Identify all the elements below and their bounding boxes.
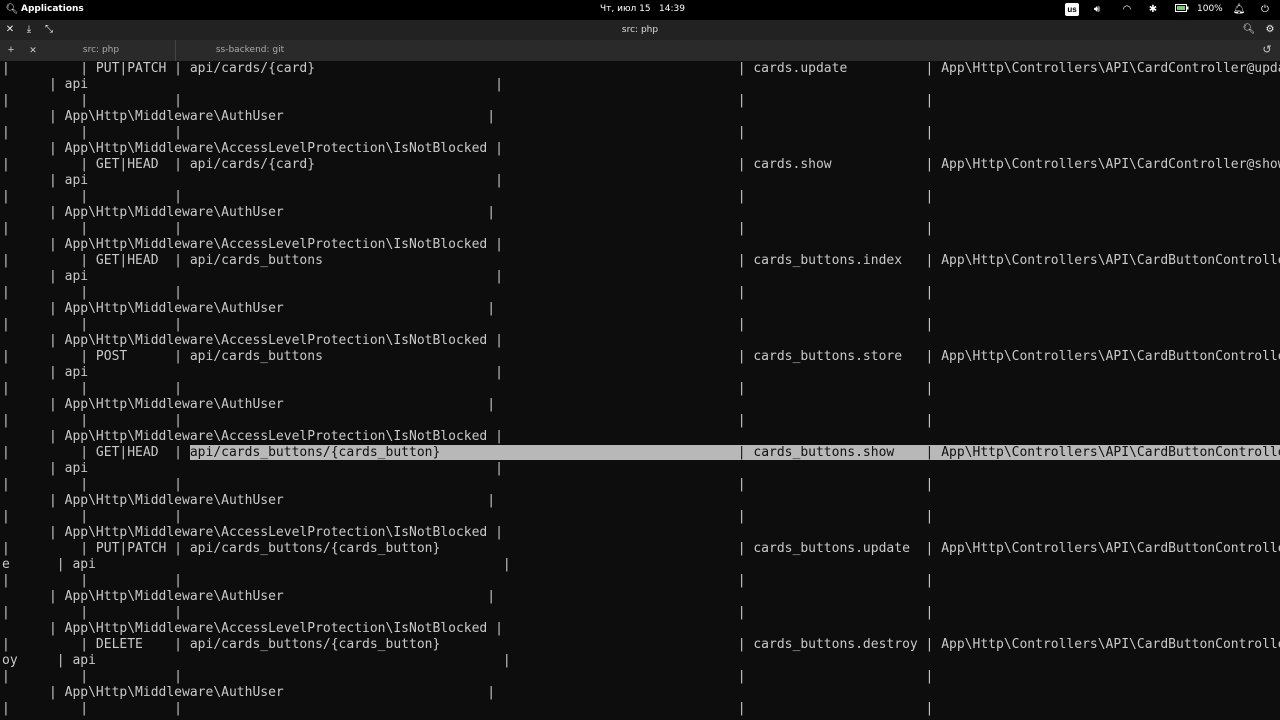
- bluetooth-icon[interactable]: ✱: [1146, 3, 1160, 17]
- keyboard-layout-indicator[interactable]: us: [1065, 3, 1079, 16]
- terminal-line: | | | | |: [2, 605, 934, 620]
- applications-menu[interactable]: Applications: [21, 4, 84, 14]
- terminal-line: | App\Http\Middleware\AccessLevelProtect…: [2, 333, 503, 348]
- terminal-line: | | DELETE | api/cards_buttons/{cards_bu…: [2, 637, 1280, 652]
- terminal-line: | | | | |: [2, 413, 934, 428]
- terminal-line: | | PUT|PATCH | api/cards_buttons/{cards…: [2, 541, 1280, 556]
- terminal-line: | api |: [2, 365, 503, 380]
- terminal-line: | | PUT|PATCH | api/cards/{card} | cards…: [2, 61, 1280, 76]
- tab-label: src: php: [82, 45, 120, 55]
- terminal-text: | | PUT|PATCH | api/cards/{card} | cards…: [0, 61, 1280, 717]
- new-tab-icon[interactable]: +: [4, 43, 18, 57]
- search-icon[interactable]: 🔍︎: [1242, 23, 1256, 37]
- terminal-line: e | api |: [2, 557, 511, 572]
- terminal-line: | App\Http\Middleware\AccessLevelProtect…: [2, 429, 503, 444]
- tab-src-php[interactable]: ✕ src: php: [27, 40, 175, 61]
- notifications-icon[interactable]: 🔔︎: [1232, 3, 1246, 17]
- tab-ss-backend-git[interactable]: ss-backend: git: [175, 40, 324, 61]
- window-titlebar: ✕ ⤓ ⤡ src: php 🔍︎ ⚙: [0, 20, 1280, 40]
- terminal-line: | App\Http\Middleware\AuthUser |: [2, 589, 496, 604]
- selected-text: api/cards_buttons/{cards_button} | cards…: [189, 445, 1280, 460]
- power-icon[interactable]: ⏻: [1258, 3, 1272, 17]
- clock-time[interactable]: 14:39: [659, 4, 685, 14]
- tab-label: ss-backend: git: [215, 45, 285, 55]
- terminal-line: | App\Http\Middleware\AccessLevelProtect…: [2, 141, 503, 156]
- terminal-line: | | POST | api/cards_buttons | cards_but…: [2, 349, 1280, 364]
- terminal-line: | App\Http\Middleware\AuthUser |: [2, 685, 496, 700]
- terminal-line: | App\Http\Middleware\AuthUser |: [2, 397, 496, 412]
- volume-icon[interactable]: 🔊︎: [1090, 3, 1104, 17]
- gear-icon[interactable]: ⚙: [1263, 23, 1277, 37]
- terminal-line: | | | | |: [2, 669, 934, 684]
- terminal-line: | App\Http\Middleware\AuthUser |: [2, 301, 496, 316]
- terminal-line: | App\Http\Middleware\AccessLevelProtect…: [2, 237, 503, 252]
- terminal-line: | api |: [2, 77, 503, 92]
- terminal-line: | | GET|HEAD | api/cards/{card} | cards.…: [2, 157, 1280, 172]
- terminal-line: | | | | |: [2, 509, 934, 524]
- terminal-line: | | | | |: [2, 221, 934, 236]
- terminal-line: | App\Http\Middleware\AccessLevelProtect…: [2, 525, 503, 540]
- battery-percent: 100%: [1197, 4, 1223, 14]
- terminal-line: | App\Http\Middleware\AuthUser |: [2, 493, 496, 508]
- terminal-line: | | GET|HEAD | api/cards_buttons/{cards_…: [2, 445, 1280, 460]
- search-icon[interactable]: 🔍︎: [5, 3, 19, 17]
- terminal-line: | api |: [2, 173, 503, 188]
- terminal-line: | | | | |: [2, 317, 934, 332]
- terminal-line: | api |: [2, 269, 503, 284]
- terminal-line: | | | | |: [2, 285, 934, 300]
- system-top-panel: 🔍︎ Applications Чт, июл 15 14:39 us 🔊︎ ◠…: [0, 0, 1280, 20]
- terminal-line: | | | | |: [2, 189, 934, 204]
- terminal-line: | | | | |: [2, 93, 934, 108]
- terminal-line: | | GET|HEAD | api/cards_buttons | cards…: [2, 253, 1280, 268]
- terminal-line: | App\Http\Middleware\AuthUser |: [2, 205, 496, 220]
- wifi-icon[interactable]: ◠: [1120, 3, 1134, 17]
- terminal-output[interactable]: | | PUT|PATCH | api/cards/{card} | cards…: [0, 61, 1280, 720]
- terminal-line: | | | | |: [2, 701, 934, 716]
- terminal-line: | App\Http\Middleware\AuthUser |: [2, 109, 496, 124]
- clock-date[interactable]: Чт, июл 15: [600, 4, 651, 14]
- tab-bar: + ✕ src: php ss-backend: git ↺: [0, 40, 1280, 61]
- battery-icon[interactable]: [1175, 3, 1189, 17]
- terminal-line: | | | | |: [2, 381, 934, 396]
- terminal-line: | api |: [2, 461, 503, 476]
- terminal-line: | | | | |: [2, 477, 934, 492]
- terminal-line: oy | api |: [2, 653, 511, 668]
- terminal-line: | | | | |: [2, 125, 934, 140]
- terminal-line: | App\Http\Middleware\AccessLevelProtect…: [2, 621, 503, 636]
- history-icon[interactable]: ↺: [1260, 43, 1274, 57]
- terminal-line: | | | | |: [2, 573, 934, 588]
- window-title: src: php: [621, 25, 659, 35]
